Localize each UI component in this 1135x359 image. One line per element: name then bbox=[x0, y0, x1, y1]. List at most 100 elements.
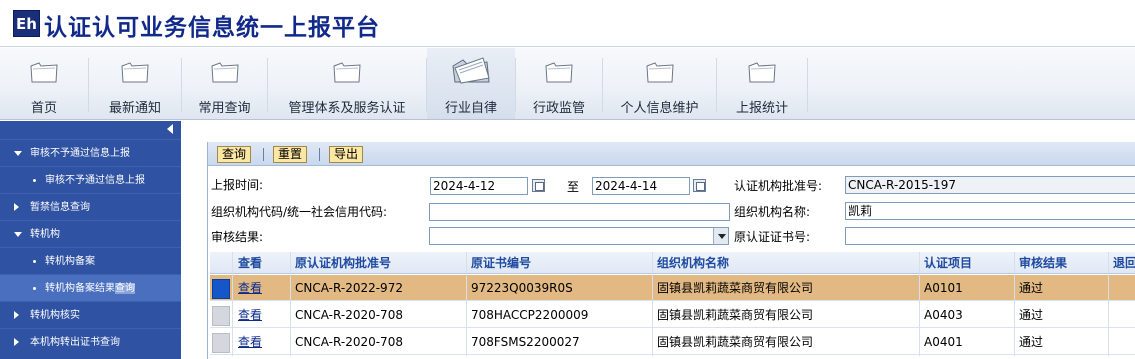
result-cell: 通过 bbox=[1019, 335, 1044, 349]
approval-no-input[interactable]: CNCA-R-2015-197 bbox=[845, 176, 1135, 194]
sidebar-item-outgoing-cert-query[interactable]: 本机构转出证书查询 bbox=[0, 328, 181, 355]
sidebar-item-transfer-verify[interactable]: 转机构核实 bbox=[0, 301, 181, 328]
org-name-cell: 固镇县凯莉蔬菜商贸有限公司 bbox=[657, 308, 814, 322]
sidebar-header bbox=[0, 121, 181, 137]
app-title: 认证认可业务信息统一上报平台 bbox=[44, 15, 380, 41]
row-selector[interactable] bbox=[212, 333, 230, 353]
panel-toolbar: 查询 重置 导出 bbox=[208, 142, 1135, 166]
sidebar: 审核不予通过信息上报 审核不予通过信息上报 暂禁信息查询 转机构 转机构备案 转… bbox=[0, 121, 181, 359]
review-result-select[interactable] bbox=[429, 227, 729, 245]
cert-no-cell: 97223Q0039R0S bbox=[471, 281, 573, 295]
review-result-label: 审核结果: bbox=[211, 230, 264, 244]
nav-item-management-system[interactable]: 管理体系及服务认证 bbox=[268, 48, 426, 119]
bullet-icon bbox=[33, 287, 36, 290]
sidebar-item-label: 本机构转出证书查询 bbox=[30, 337, 120, 348]
folder-icon bbox=[645, 62, 674, 83]
nav-label: 行政监管 bbox=[532, 101, 585, 116]
org-code-input[interactable] bbox=[429, 203, 730, 221]
nav-label: 上报统计 bbox=[735, 101, 788, 116]
nav-item-notices[interactable]: 最新通知 bbox=[89, 48, 181, 119]
view-link[interactable]: 查看 bbox=[238, 275, 262, 301]
approval-no-cell: CNCA-R-2020-708 bbox=[295, 335, 403, 349]
view-link[interactable]: 查看 bbox=[238, 329, 262, 355]
sidebar-item-label: 审核不予通过信息上报 bbox=[30, 148, 130, 159]
to-label: 至 bbox=[567, 180, 580, 194]
col-header-view: 查看 bbox=[238, 256, 263, 270]
sidebar-item-label: 转机构核实 bbox=[30, 310, 80, 321]
chevron-down-icon bbox=[14, 151, 22, 156]
chevron-down-icon[interactable] bbox=[713, 228, 728, 244]
collapse-left-icon[interactable] bbox=[167, 124, 173, 134]
sidebar-item-label: 转机构备案结果查询 bbox=[45, 283, 135, 294]
org-code-label: 组织机构代码/统一社会信用代码: bbox=[211, 205, 388, 219]
result-cell: 通过 bbox=[1019, 308, 1044, 322]
sidebar-item-transfer-org[interactable]: 转机构 bbox=[0, 220, 181, 247]
sidebar-subitem-review-rejected-report[interactable]: 审核不予通过信息上报 bbox=[0, 166, 181, 193]
date-to-input[interactable]: 2024-4-14 bbox=[592, 177, 690, 195]
reset-button[interactable]: 重置 bbox=[273, 146, 308, 163]
row-selector[interactable] bbox=[212, 279, 230, 299]
bullet-icon bbox=[33, 179, 36, 182]
cert-no-cell: 708HACCP2200009 bbox=[471, 308, 589, 322]
chevron-right-icon bbox=[14, 203, 19, 211]
project-cell: A0101 bbox=[924, 281, 963, 295]
col-header-approval-no: 原认证机构批准号 bbox=[295, 256, 392, 270]
chevron-down-icon bbox=[14, 232, 22, 237]
folder-icon bbox=[210, 62, 239, 83]
sidebar-subitem-transfer-filing[interactable]: 转机构备案 bbox=[0, 247, 181, 274]
nav-item-common-query[interactable]: 常用查询 bbox=[182, 48, 267, 119]
table-row[interactable]: 查看 CNCA-R-2020-708 708HACCP2200009 固镇县凯莉… bbox=[210, 302, 1135, 328]
org-name-cell: 固镇县凯莉蔬菜商贸有限公司 bbox=[657, 281, 814, 295]
main-content: 查询 重置 导出 上报时间: 2024-4-12 至 2024-4-14 认证机… bbox=[181, 121, 1135, 359]
orig-cert-input[interactable] bbox=[845, 227, 1135, 245]
main-nav: 首页 最新通知 常用查询 管理体系及服务认证 行业自律 行政监管 个人信息维护 … bbox=[0, 48, 1135, 120]
approval-no-label: 认证机构批准号: bbox=[734, 179, 823, 193]
query-button[interactable]: 查询 bbox=[217, 146, 252, 163]
calendar-icon[interactable] bbox=[693, 179, 706, 192]
col-header-org-name: 组织机构名称 bbox=[657, 256, 730, 270]
open-folder-icon bbox=[452, 57, 490, 84]
view-link[interactable]: 查看 bbox=[238, 302, 262, 328]
nav-item-industry-self-discipline[interactable]: 行业自律 bbox=[427, 48, 515, 119]
project-cell: A0401 bbox=[924, 335, 963, 349]
sidebar-item-label: 转机构备案 bbox=[45, 256, 95, 267]
table-row[interactable]: 查看 CNCA-R-2022-972 97223Q0039R0S 固镇县凯莉蔬菜… bbox=[210, 275, 1135, 301]
chevron-right-icon bbox=[14, 311, 19, 319]
export-button[interactable]: 导出 bbox=[329, 146, 364, 163]
sidebar-item-label: 暂禁信息查询 bbox=[30, 202, 90, 213]
approval-no-cell: CNCA-R-2020-708 bbox=[295, 308, 403, 322]
date-from-input[interactable]: 2024-4-12 bbox=[430, 177, 528, 195]
org-name-cell: 固镇县凯莉蔬菜商贸有限公司 bbox=[657, 335, 814, 349]
report-time-label: 上报时间: bbox=[211, 178, 264, 192]
orig-cert-label: 原认证证书号: bbox=[734, 230, 811, 244]
table-row[interactable]: 查看 CNCA-R-2020-708 708FSMS2200027 固镇县凯莉蔬… bbox=[210, 329, 1135, 355]
folder-icon bbox=[748, 62, 776, 83]
nav-label: 最新通知 bbox=[108, 101, 161, 116]
nav-label: 常用查询 bbox=[198, 101, 251, 116]
nav-label: 首页 bbox=[30, 101, 57, 116]
cert-no-cell: 708FSMS2200027 bbox=[471, 335, 580, 349]
sidebar-item-label: 审核不予通过信息上报 bbox=[45, 175, 145, 186]
folder-icon bbox=[545, 62, 573, 83]
calendar-icon[interactable] bbox=[532, 179, 545, 192]
chevron-right-icon bbox=[14, 338, 19, 346]
nav-label: 个人信息维护 bbox=[620, 101, 699, 116]
bullet-icon bbox=[33, 260, 36, 263]
sidebar-subitem-transfer-filing-result-query[interactable]: 转机构备案结果查询 bbox=[0, 274, 181, 301]
folder-icon bbox=[30, 62, 58, 83]
nav-item-personal-info[interactable]: 个人信息维护 bbox=[603, 48, 716, 119]
nav-item-report-stats[interactable]: 上报统计 bbox=[717, 48, 807, 119]
sidebar-item-suspension-query[interactable]: 暂禁信息查询 bbox=[0, 193, 181, 220]
result-cell: 通过 bbox=[1019, 281, 1044, 295]
sidebar-item-review-rejected-report[interactable]: 审核不予通过信息上报 bbox=[0, 139, 181, 166]
row-selector[interactable] bbox=[212, 306, 230, 326]
org-name-label: 组织机构名称: bbox=[734, 205, 811, 219]
sidebar-item-label: 转机构 bbox=[30, 229, 60, 240]
nav-item-admin-supervision[interactable]: 行政监管 bbox=[516, 48, 602, 119]
col-header-project: 认证项目 bbox=[924, 256, 973, 270]
org-name-input[interactable]: 凯莉 bbox=[845, 202, 1135, 220]
project-cell: A0403 bbox=[924, 308, 963, 322]
col-header-result: 审核结果 bbox=[1019, 256, 1068, 270]
approval-no-cell: CNCA-R-2022-972 bbox=[295, 281, 403, 295]
nav-item-home[interactable]: 首页 bbox=[0, 48, 88, 119]
